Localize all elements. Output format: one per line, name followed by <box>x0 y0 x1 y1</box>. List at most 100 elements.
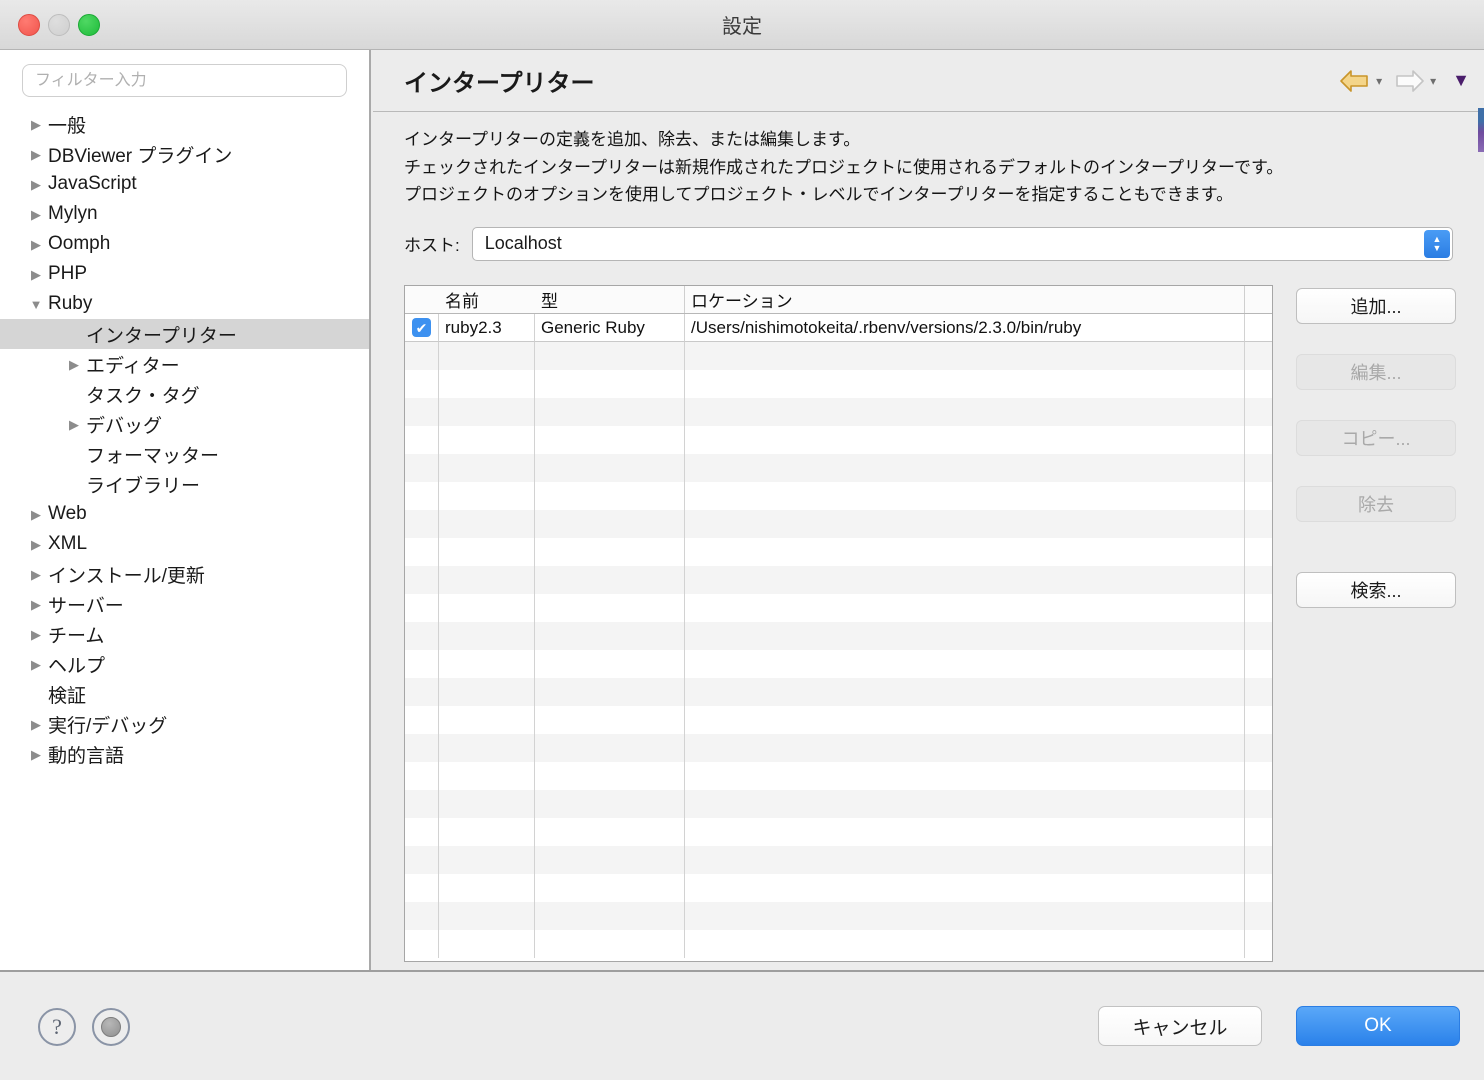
chevron-right-icon[interactable]: ▶ <box>26 568 46 581</box>
button-spacer <box>1296 324 1456 354</box>
table-empty-row[interactable] <box>405 930 1272 958</box>
sidebar-item-7[interactable]: ▶インタープリター <box>0 319 369 349</box>
table-empty-row[interactable] <box>405 902 1272 930</box>
table-row[interactable]: ✔ ruby2.3 Generic Ruby/Users/nishimotokeit… <box>405 314 1272 342</box>
back-arrow-icon[interactable] <box>1338 68 1372 94</box>
table-column-header-1[interactable]: 名前 <box>439 286 535 313</box>
sidebar-item-18[interactable]: ▶ ヘルプ <box>0 649 369 679</box>
interpreters-table[interactable]: 名前型ロケーション ✔ ruby2.3 Generic Ruby/Users/nis… <box>404 285 1273 962</box>
table-empty-row[interactable] <box>405 538 1272 566</box>
table-column-header-2[interactable]: 型 <box>535 286 685 313</box>
empty-cell <box>685 678 1245 706</box>
sidebar-item-10[interactable]: ▶ デバッグ <box>0 409 369 439</box>
sidebar-item-13[interactable]: ▶ Web <box>0 499 369 529</box>
chevron-right-icon[interactable]: ▶ <box>64 358 84 371</box>
button-spacer <box>1296 390 1456 420</box>
sidebar-item-15[interactable]: ▶ インストール/更新 <box>0 559 369 589</box>
checkmark-icon[interactable]: ✔ <box>412 318 431 337</box>
grey-circle-icon[interactable] <box>92 1008 130 1046</box>
chevron-right-icon[interactable]: ▶ <box>26 628 46 641</box>
sidebar-item-9[interactable]: ▶タスク・タグ <box>0 379 369 409</box>
sidebar-item-label: 検証 <box>48 685 87 707</box>
back-history-caret-icon[interactable]: ▾ <box>1376 74 1382 88</box>
table-column-header-4[interactable] <box>1245 286 1272 313</box>
sidebar-item-label: エディター <box>86 355 180 377</box>
chevron-right-icon[interactable]: ▶ <box>26 238 46 251</box>
table-empty-row[interactable] <box>405 762 1272 790</box>
table-empty-row[interactable] <box>405 734 1272 762</box>
sidebar-item-19[interactable]: ▶検証 <box>0 679 369 709</box>
table-empty-row[interactable] <box>405 398 1272 426</box>
side-button-0[interactable]: 追加... <box>1296 288 1456 324</box>
filter-input[interactable] <box>22 64 347 97</box>
table-column-header-3[interactable]: ロケーション <box>685 286 1245 313</box>
empty-cell <box>405 510 439 538</box>
sidebar-item-4[interactable]: ▶ Oomph <box>0 229 369 259</box>
table-empty-row[interactable] <box>405 510 1272 538</box>
sidebar-item-6[interactable]: ▼ Ruby <box>0 289 369 319</box>
sidebar-item-16[interactable]: ▶ サーバー <box>0 589 369 619</box>
sidebar-item-label: ヘルプ <box>48 655 106 677</box>
table-empty-row[interactable] <box>405 566 1272 594</box>
sidebar-item-0[interactable]: ▶ 一般 <box>0 109 369 139</box>
sidebar-item-label: インストール/更新 <box>48 565 205 587</box>
table-empty-row[interactable] <box>405 790 1272 818</box>
chevron-right-icon[interactable]: ▶ <box>64 418 84 431</box>
empty-cell <box>685 342 1245 370</box>
table-empty-row[interactable] <box>405 342 1272 370</box>
chevron-right-icon[interactable]: ▶ <box>26 208 46 221</box>
forward-history-caret-icon[interactable]: ▾ <box>1430 74 1436 88</box>
maximize-window-button[interactable] <box>78 13 100 36</box>
chevron-right-icon[interactable]: ▶ <box>26 508 46 521</box>
table-empty-row[interactable] <box>405 874 1272 902</box>
sidebar-item-12[interactable]: ▶ライブラリー <box>0 469 369 499</box>
table-empty-row[interactable] <box>405 818 1272 846</box>
chevron-right-icon[interactable]: ▶ <box>26 598 46 611</box>
table-empty-row[interactable] <box>405 594 1272 622</box>
sidebar-item-20[interactable]: ▶ 実行/デバッグ <box>0 709 369 739</box>
chevron-right-icon[interactable]: ▶ <box>26 718 46 731</box>
ok-button[interactable]: OK <box>1296 1006 1460 1046</box>
chevron-right-icon[interactable]: ▶ <box>26 658 46 671</box>
sidebar-item-14[interactable]: ▶ XML <box>0 529 369 559</box>
close-window-button[interactable] <box>18 13 40 36</box>
empty-cell <box>439 734 535 762</box>
table-empty-row[interactable] <box>405 846 1272 874</box>
table-column-header-0[interactable] <box>405 286 439 313</box>
sidebar-item-11[interactable]: ▶フォーマッター <box>0 439 369 469</box>
chevron-right-icon[interactable]: ▶ <box>26 118 46 131</box>
table-empty-row[interactable] <box>405 622 1272 650</box>
side-button-4[interactable]: 検索... <box>1296 572 1456 608</box>
sidebar-item-3[interactable]: ▶ Mylyn <box>0 199 369 229</box>
dropdown-triangle-icon[interactable]: ▼ <box>1452 70 1470 91</box>
table-empty-row[interactable] <box>405 454 1272 482</box>
sidebar-item-5[interactable]: ▶ PHP <box>0 259 369 289</box>
sidebar-item-2[interactable]: ▶ JavaScript <box>0 169 369 199</box>
sidebar-item-21[interactable]: ▶ 動的言語 <box>0 739 369 769</box>
table-empty-row[interactable] <box>405 650 1272 678</box>
table-empty-row[interactable] <box>405 678 1272 706</box>
empty-cell <box>405 874 439 902</box>
traffic-light-controls <box>18 13 100 36</box>
table-empty-row[interactable] <box>405 370 1272 398</box>
host-select[interactable]: Localhost ▲ ▼ <box>471 226 1453 261</box>
chevron-right-icon[interactable]: ▶ <box>26 268 46 281</box>
main-header: インタープリター ▾ ▾ ▼ <box>373 50 1484 112</box>
table-empty-row[interactable] <box>405 426 1272 454</box>
row-checkbox-cell[interactable]: ✔ <box>405 314 439 342</box>
chevron-right-icon[interactable]: ▶ <box>26 748 46 761</box>
sidebar-item-8[interactable]: ▶ エディター <box>0 349 369 379</box>
question-mark-icon[interactable]: ? <box>38 1008 76 1046</box>
chevron-right-icon[interactable]: ▶ <box>26 148 46 161</box>
sidebar-item-17[interactable]: ▶ チーム <box>0 619 369 649</box>
minimize-window-button[interactable] <box>48 13 70 36</box>
cancel-button[interactable]: キャンセル <box>1098 1006 1262 1046</box>
table-empty-row[interactable] <box>405 706 1272 734</box>
chevron-right-icon[interactable]: ▶ <box>26 178 46 191</box>
table-empty-row[interactable] <box>405 482 1272 510</box>
sidebar-item-1[interactable]: ▶ DBViewer プラグイン <box>0 139 369 169</box>
chevron-down-icon[interactable]: ▼ <box>26 298 46 311</box>
chevron-right-icon[interactable]: ▶ <box>26 538 46 551</box>
empty-cell <box>405 426 439 454</box>
empty-cell <box>685 622 1245 650</box>
